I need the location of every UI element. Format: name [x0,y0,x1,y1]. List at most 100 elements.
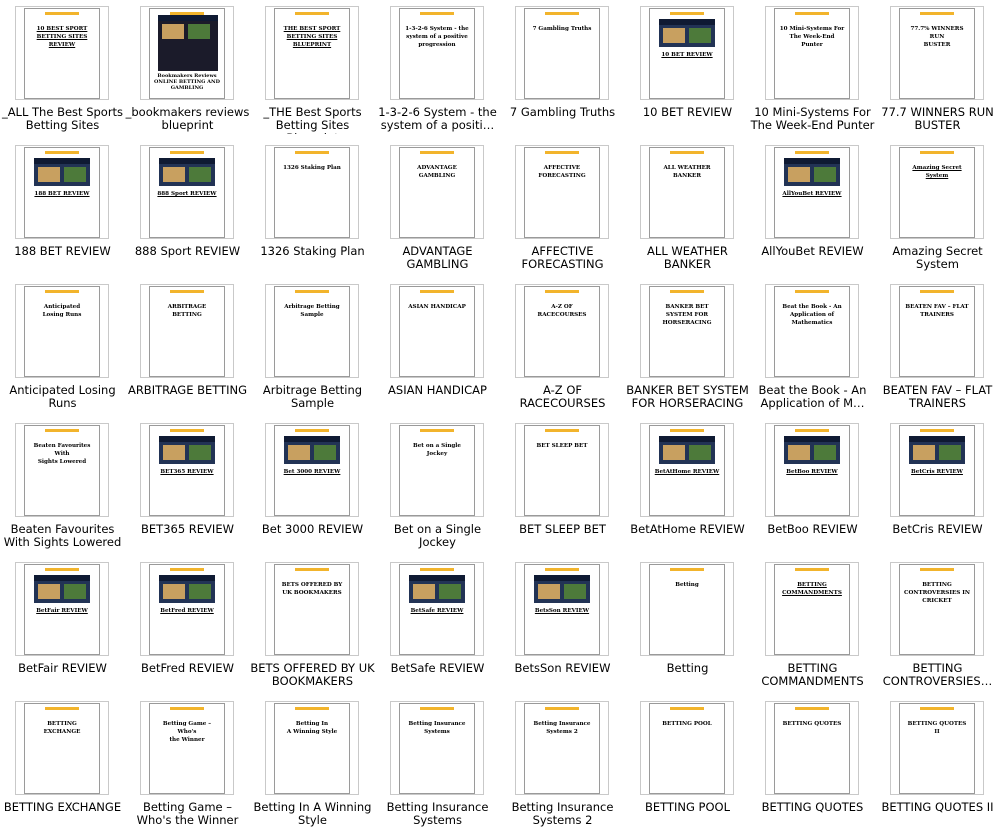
file-item[interactable]: BETTING POOL BETTING POOL [625,697,750,836]
file-item[interactable]: Betting Insurance Systems 2 Betting Insur… [500,697,625,836]
file-thumbnail[interactable]: 77.7% WINNERS RUN BUSTER [890,6,984,100]
file-name-label[interactable]: ASIAN HANDICAP [375,384,500,397]
file-name-label[interactable]: A-Z OF RACECOURSES [500,384,625,410]
file-thumbnail[interactable]: ADVANTAGE GAMBLING [390,145,484,239]
file-thumbnail[interactable]: Bookmakers Reviews ONLINE BETTING AND GA… [140,6,234,100]
file-thumbnail[interactable]: Arbitrage Betting Sample [265,284,359,378]
file-name-label[interactable]: ADVANTAGE GAMBLING [375,245,500,271]
file-item[interactable]: Amazing Secret System Amazing Secret Syst… [875,141,1000,280]
file-name-label[interactable]: 1326 Staking Plan [250,245,375,258]
file-item[interactable]: ASIAN HANDICAP ASIAN HANDICAP [375,280,500,419]
file-thumbnail[interactable]: 1-3-2-6 System - the system of a positiv… [390,6,484,100]
file-thumbnail[interactable]: 888 Sport REVIEW [140,145,234,239]
file-name-label[interactable]: 10 BET REVIEW [625,106,750,119]
file-thumbnail[interactable]: BetAtHome REVIEW [640,423,734,517]
file-item[interactable]: 888 Sport REVIEW 888 Sport REVIEW [125,141,250,280]
file-name-label[interactable]: BETTING QUOTES II [875,801,1000,814]
file-item[interactable]: BetAtHome REVIEW BetAtHome REVIEW [625,419,750,558]
file-thumbnail[interactable]: ARBITRAGE BETTING [140,284,234,378]
file-item[interactable]: AFFECTIVE FORECASTING AFFECTIVE FORECASTI… [500,141,625,280]
file-name-label[interactable]: Betting Insurance Systems [375,801,500,827]
file-item[interactable]: Betting Betting [625,558,750,697]
file-name-label[interactable]: Arbitrage Betting Sample [250,384,375,410]
file-thumbnail[interactable]: BEATEN FAV – FLAT TRAINERS [890,284,984,378]
file-thumbnail[interactable]: AllYouBet REVIEW [765,145,859,239]
file-thumbnail[interactable]: 7 Gambling Truths [515,6,609,100]
file-thumbnail[interactable]: AFFECTIVE FORECASTING [515,145,609,239]
file-name-label[interactable]: 7 Gambling Truths [500,106,625,119]
file-item[interactable]: BetsSon REVIEW BetsSon REVIEW [500,558,625,697]
file-name-label[interactable]: BET SLEEP BET [500,523,625,536]
file-name-label[interactable]: AFFECTIVE FORECASTING [500,245,625,271]
file-item[interactable]: BetCris REVIEW BetCris REVIEW [875,419,1000,558]
file-item[interactable]: Anticipated Losing Runs Anticipated Losin… [0,280,125,419]
file-item[interactable]: BETTING QUOTES II BETTING QUOTES II [875,697,1000,836]
file-name-label[interactable]: BANKER BET SYSTEM FOR HORSERACING [625,384,750,410]
file-thumbnail[interactable]: BetBoo REVIEW [765,423,859,517]
file-name-label[interactable]: BETTING POOL [625,801,750,814]
file-name-label[interactable]: BETS OFFERED BY UK BOOKMAKERS [250,662,375,688]
file-thumbnail[interactable]: 188 BET REVIEW [15,145,109,239]
file-item[interactable]: BETTING EXCHANGE BETTING EXCHANGE [0,697,125,836]
file-name-label[interactable]: ALL WEATHER BANKER [625,245,750,271]
file-thumbnail[interactable]: ALL WEATHER BANKER [640,145,734,239]
file-name-label[interactable]: BetSafe REVIEW [375,662,500,675]
file-item[interactable]: BetFair REVIEW BetFair REVIEW [0,558,125,697]
file-item[interactable]: Bet on a Single Jockey Bet on a Single Jo… [375,419,500,558]
file-name-label[interactable]: Bet on a Single Jockey [375,523,500,549]
file-thumbnail[interactable]: Beat the Book - An Application of Mathem… [765,284,859,378]
file-name-label[interactable]: Beaten Favourites With Sights Lowered [0,523,125,549]
file-thumbnail[interactable]: Bet on a Single Jockey [390,423,484,517]
file-item[interactable]: BetFred REVIEW BetFred REVIEW [125,558,250,697]
file-item[interactable]: ARBITRAGE BETTING ARBITRAGE BETTING [125,280,250,419]
file-item[interactable]: Beaten Favourites With Sights Lowered Bea… [0,419,125,558]
file-name-label[interactable]: BETTING COMMANDMENTS [750,662,875,688]
file-item[interactable]: Betting In A Winning Style Betting In A W… [250,697,375,836]
file-name-label[interactable]: _THE Best Sports Betting Sites Blueprint [250,106,375,134]
file-item[interactable]: ADVANTAGE GAMBLING ADVANTAGE GAMBLING [375,141,500,280]
file-name-label[interactable]: 188 BET REVIEW [0,245,125,258]
file-item[interactable]: Arbitrage Betting Sample Arbitrage Bettin… [250,280,375,419]
file-thumbnail[interactable]: ASIAN HANDICAP [390,284,484,378]
file-item[interactable]: BETTING QUOTES BETTING QUOTES [750,697,875,836]
file-name-label[interactable]: BEATEN FAV – FLAT TRAINERS [875,384,1000,410]
file-item[interactable]: BETTING COMMANDMENTS BETTING COMMANDMENTS [750,558,875,697]
file-thumbnail[interactable]: A-Z OF RACECOURSES [515,284,609,378]
file-thumbnail[interactable]: THE BEST SPORT BETTING SITES BLUEPRINT [265,6,359,100]
file-item[interactable]: BetSafe REVIEW BetSafe REVIEW [375,558,500,697]
file-thumbnail[interactable]: BETTING COMMANDMENTS [765,562,859,656]
file-thumbnail[interactable]: Betting [640,562,734,656]
file-name-label[interactable]: Betting Insurance Systems 2 [500,801,625,827]
file-item[interactable]: BetBoo REVIEW BetBoo REVIEW [750,419,875,558]
file-thumbnail[interactable]: BETS OFFERED BY UK BOOKMAKERS [265,562,359,656]
file-name-label[interactable]: Betting [625,662,750,675]
file-item[interactable]: Bet 3000 REVIEW Bet 3000 REVIEW [250,419,375,558]
file-thumbnail[interactable]: 10 BET REVIEW [640,6,734,100]
file-thumbnail[interactable]: Beaten Favourites With Sights Lowered [15,423,109,517]
file-item[interactable]: BET SLEEP BET BET SLEEP BET [500,419,625,558]
file-thumbnail[interactable]: Betting Insurance Systems 2 [515,701,609,795]
file-name-label[interactable]: Beat the Book - An Application of M… [750,384,875,410]
file-item[interactable]: 10 BET REVIEW 10 BET REVIEW [625,2,750,141]
file-thumbnail[interactable]: BANKER BET SYSTEM FOR HORSERACING [640,284,734,378]
file-name-label[interactable]: 77.7 WINNERS RUN BUSTER [875,106,1000,132]
file-item[interactable]: BETS OFFERED BY UK BOOKMAKERS BETS OFFERE… [250,558,375,697]
file-name-label[interactable]: BetBoo REVIEW [750,523,875,536]
file-thumbnail[interactable]: BetFred REVIEW [140,562,234,656]
file-thumbnail[interactable]: 1326 Staking Plan [265,145,359,239]
file-thumbnail[interactable]: BET SLEEP BET [515,423,609,517]
file-thumbnail[interactable]: Amazing Secret System [890,145,984,239]
file-name-label[interactable]: BETTING CONTROVERSIES… [875,662,1000,688]
file-item[interactable]: 188 BET REVIEW 188 BET REVIEW [0,141,125,280]
file-name-label[interactable]: _bookmakers reviews blueprint [125,106,250,132]
file-item[interactable]: 10 Mini-Systems For The Week-End Punter 1… [750,2,875,141]
file-item[interactable]: 77.7% WINNERS RUN BUSTER 77.7 WINNERS RUN… [875,2,1000,141]
file-item[interactable]: 7 Gambling Truths 7 Gambling Truths [500,2,625,141]
file-thumbnail[interactable]: 10 Mini-Systems For The Week-End Punter [765,6,859,100]
file-thumbnail[interactable]: BETTING EXCHANGE [15,701,109,795]
file-item[interactable]: AllYouBet REVIEW AllYouBet REVIEW [750,141,875,280]
file-name-label[interactable]: BetsSon REVIEW [500,662,625,675]
file-thumbnail[interactable]: BETTING QUOTES II [890,701,984,795]
file-name-label[interactable]: 10 Mini-Systems For The Week-End Punter [750,106,875,132]
file-name-label[interactable]: BetFred REVIEW [125,662,250,675]
